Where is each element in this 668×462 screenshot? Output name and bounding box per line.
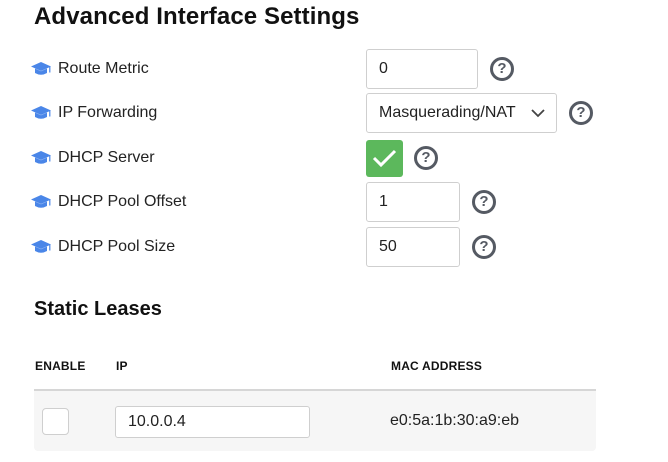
advanced-interface-settings-page: Advanced Interface Settings Route Metric… [0, 0, 668, 462]
route-metric-label: Route Metric [58, 60, 149, 77]
graduation-cap-icon [31, 151, 51, 164]
graduation-cap-icon [31, 240, 51, 253]
dhcp-pool-offset-label: DHCP Pool Offset [58, 193, 187, 210]
lease-enable-checkbox[interactable] [42, 408, 69, 435]
lease-ip-input[interactable]: 10.0.0.4 [115, 406, 310, 438]
dhcp-pool-size-input[interactable]: 50 [366, 227, 460, 267]
column-header-mac-address: MAC ADDRESS [391, 359, 483, 373]
dhcp-server-help-icon[interactable]: ? [414, 146, 438, 170]
graduation-cap-icon [31, 195, 51, 208]
route-metric-input[interactable]: 0 [366, 49, 478, 89]
setting-row-dhcp-server: DHCP Server ? [0, 138, 668, 178]
lease-mac-address: e0:5a:1b:30:a9:eb [390, 412, 520, 429]
dhcp-server-checkbox[interactable] [366, 140, 403, 177]
setting-row-dhcp-pool-size: DHCP Pool Size 50 ? [0, 227, 668, 267]
setting-row-route-metric: Route Metric 0 ? [0, 49, 668, 89]
ip-forwarding-selected-value: Masquerading/NAT [379, 104, 516, 121]
dhcp-pool-size-help-icon[interactable]: ? [472, 235, 496, 259]
route-metric-help-icon[interactable]: ? [490, 57, 514, 81]
setting-row-dhcp-pool-offset: DHCP Pool Offset 1 ? [0, 182, 668, 222]
column-header-ip: IP [116, 359, 128, 373]
page-title: Advanced Interface Settings [34, 3, 360, 30]
column-header-enable: ENABLE [35, 359, 86, 373]
dhcp-pool-size-label: DHCP Pool Size [58, 238, 176, 255]
dhcp-pool-offset-input[interactable]: 1 [366, 182, 460, 222]
setting-row-ip-forwarding: IP Forwarding Masquerading/NAT ? [0, 93, 668, 133]
table-row: 10.0.0.4 e0:5a:1b:30:a9:eb [34, 391, 596, 451]
checkmark-icon [372, 149, 397, 168]
dhcp-pool-offset-help-icon[interactable]: ? [472, 190, 496, 214]
ip-forwarding-select[interactable]: Masquerading/NAT [366, 93, 557, 133]
graduation-cap-icon [31, 62, 51, 75]
dhcp-server-label: DHCP Server [58, 149, 155, 166]
graduation-cap-icon [31, 106, 51, 119]
ip-forwarding-label: IP Forwarding [58, 104, 158, 121]
chevron-down-icon [531, 109, 545, 118]
static-leases-title: Static Leases [34, 298, 162, 320]
ip-forwarding-help-icon[interactable]: ? [569, 101, 593, 125]
